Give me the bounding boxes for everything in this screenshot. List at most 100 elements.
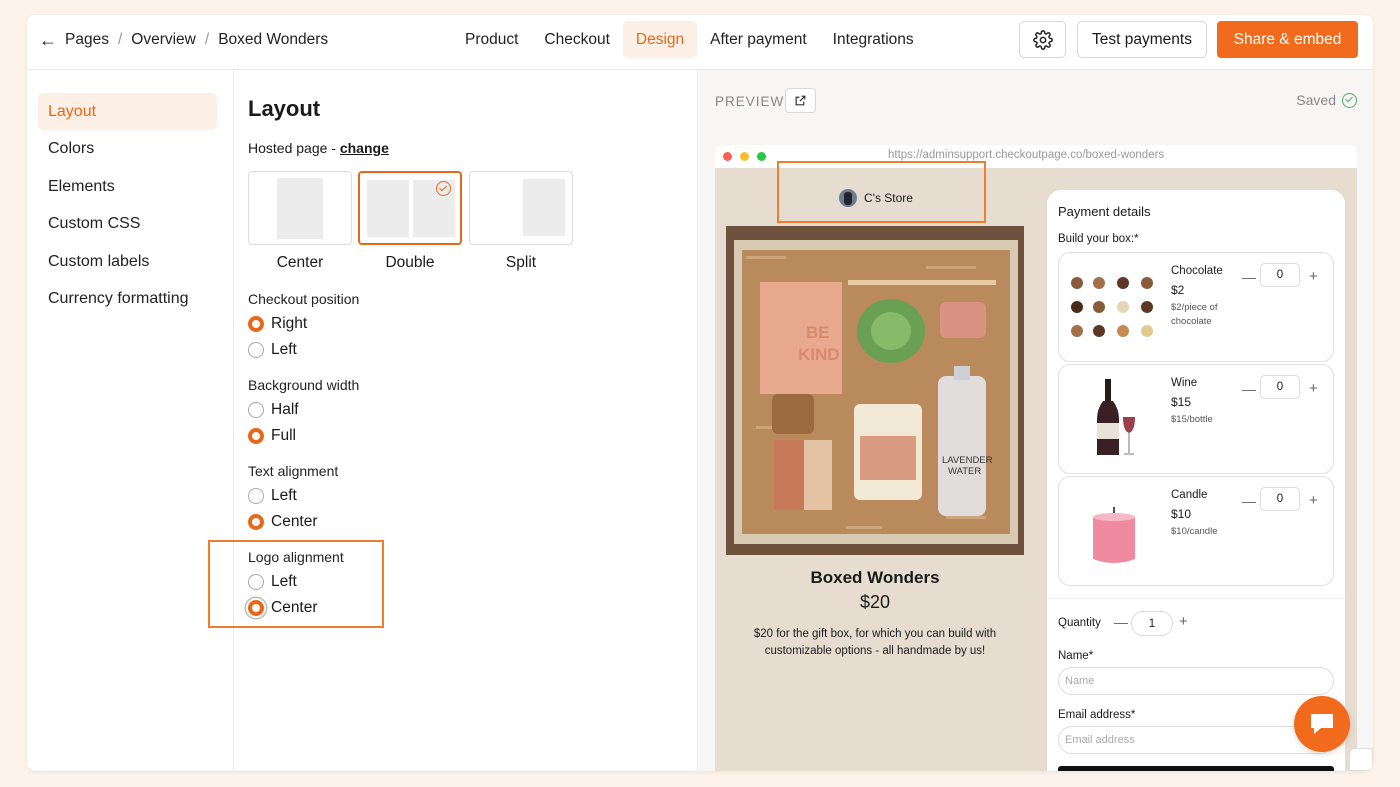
- checkout-position-label: Checkout position: [248, 291, 360, 307]
- increment-button[interactable]: +: [1309, 380, 1318, 397]
- product-image: BE KIND LAVENDER WATER: [726, 226, 1024, 555]
- check-circle-icon: [1342, 92, 1357, 108]
- item-unit-price: $2/piece of chocolate: [1171, 302, 1218, 327]
- name-field[interactable]: Name: [1058, 667, 1334, 695]
- wine-image: [1097, 379, 1135, 455]
- preview-panel: PREVIEW Saved https://adminsupport.check…: [699, 70, 1373, 771]
- gear-icon: [1032, 29, 1053, 50]
- quantity-stepper[interactable]: 0: [1260, 263, 1300, 287]
- radio-label: Left: [271, 487, 297, 504]
- radio-unselected-icon: [248, 342, 264, 358]
- layout-label-double: Double: [385, 254, 435, 271]
- quantity-stepper[interactable]: 0: [1260, 487, 1300, 511]
- decrement-button[interactable]: —: [1242, 269, 1256, 285]
- breadcrumb-overview[interactable]: Overview: [131, 31, 196, 49]
- layout-preview-block: [367, 180, 409, 237]
- maximize-dot-icon: [757, 152, 766, 161]
- saved-status: Saved: [1296, 92, 1357, 108]
- sidebar-item-custom-css[interactable]: Custom CSS: [38, 205, 217, 242]
- change-link[interactable]: change: [340, 140, 389, 156]
- radio-unselected-icon: [248, 488, 264, 504]
- decrement-button[interactable]: —: [1114, 614, 1128, 630]
- sidebar-item-elements[interactable]: Elements: [38, 168, 217, 205]
- breadcrumb-separator: /: [117, 31, 123, 48]
- layout-option-center[interactable]: [248, 171, 352, 245]
- scroll-handle[interactable]: [1349, 748, 1373, 771]
- quantity-label: Quantity: [1058, 617, 1101, 629]
- layout-label-center: Center: [276, 254, 324, 271]
- list-item: Wine $15 $15/bottle — 0 +: [1058, 364, 1334, 474]
- item-unit-price: $10/candle: [1171, 526, 1218, 537]
- radio-unselected-icon: [248, 402, 264, 418]
- gift-box-illustration: BE KIND LAVENDER WATER: [726, 226, 1024, 555]
- preview-label: PREVIEW: [715, 94, 785, 109]
- svg-text:WATER: WATER: [948, 466, 981, 477]
- email-label-text: Email address: [1058, 709, 1131, 721]
- layout-option-double[interactable]: [358, 171, 462, 245]
- settings-button[interactable]: [1019, 21, 1066, 58]
- item-name: Candle: [1171, 489, 1208, 501]
- sidebar-item-layout[interactable]: Layout: [38, 93, 217, 130]
- increment-button[interactable]: +: [1179, 613, 1188, 630]
- radio-text-left[interactable]: Left: [248, 485, 297, 507]
- test-payments-button[interactable]: Test payments: [1077, 21, 1207, 58]
- build-box-text: Build your box:: [1058, 233, 1135, 245]
- close-dot-icon: [723, 152, 732, 161]
- svg-text:BE: BE: [806, 323, 830, 342]
- breadcrumb-current: Boxed Wonders: [218, 31, 329, 48]
- tab-after-payment[interactable]: After payment: [697, 21, 820, 58]
- share-embed-button[interactable]: Share & embed: [1217, 21, 1358, 58]
- email-field[interactable]: Email address: [1058, 726, 1334, 754]
- quantity-stepper[interactable]: 1: [1131, 611, 1173, 636]
- breadcrumb-separator: /: [204, 31, 210, 48]
- design-sidebar: Layout Colors Elements Custom CSS Custom…: [27, 70, 234, 771]
- saved-label: Saved: [1296, 92, 1336, 108]
- decrement-button[interactable]: —: [1242, 381, 1256, 397]
- radio-background-half[interactable]: Half: [248, 399, 299, 421]
- increment-button[interactable]: +: [1309, 492, 1318, 509]
- breadcrumb: ← Pages / Overview / Boxed Wonders: [39, 15, 328, 65]
- item-price: $10: [1171, 507, 1192, 521]
- sidebar-item-custom-labels[interactable]: Custom labels: [38, 243, 217, 280]
- radio-label: Left: [271, 341, 297, 358]
- minimize-dot-icon: [740, 152, 749, 161]
- svg-text:KIND: KIND: [798, 345, 840, 364]
- layout-preview-block: [523, 179, 565, 236]
- app-window: ← Pages / Overview / Boxed Wonders Produ…: [27, 15, 1373, 771]
- background-width-label: Background width: [248, 377, 360, 393]
- preview-browser: https://adminsupport.checkoutpage.co/box…: [715, 145, 1357, 771]
- submit-button[interactable]: [1058, 766, 1334, 771]
- radio-selected-icon: [248, 428, 264, 444]
- name-label: Name*: [1058, 650, 1093, 662]
- tab-design[interactable]: Design: [622, 21, 698, 58]
- list-item: Chocolate $2 $2/piece of chocolate — 0 +: [1058, 252, 1334, 362]
- radio-background-full[interactable]: Full: [248, 425, 296, 447]
- preview-url: https://adminsupport.checkoutpage.co/box…: [888, 149, 1165, 161]
- top-bar: ← Pages / Overview / Boxed Wonders Produ…: [27, 15, 1373, 70]
- payment-card: Payment details Build your box:* Chocola…: [1047, 190, 1345, 771]
- text-alignment-label: Text alignment: [248, 463, 339, 479]
- tab-integrations[interactable]: Integrations: [820, 21, 927, 58]
- chat-icon: [1311, 714, 1333, 734]
- radio-checkout-right[interactable]: Right: [248, 313, 307, 335]
- item-unit-price: $15/bottle: [1171, 414, 1213, 425]
- item-name: Wine: [1171, 377, 1198, 389]
- sidebar-item-currency-formatting[interactable]: Currency formatting: [38, 280, 217, 317]
- sidebar-item-colors[interactable]: Colors: [38, 130, 217, 167]
- quantity-stepper[interactable]: 0: [1260, 375, 1300, 399]
- tab-checkout[interactable]: Checkout: [531, 21, 622, 58]
- tab-product[interactable]: Product: [452, 21, 531, 58]
- layout-settings-panel: Layout Hosted page - change Center Doubl…: [208, 70, 698, 771]
- increment-button[interactable]: +: [1309, 268, 1318, 285]
- radio-text-center[interactable]: Center: [248, 511, 318, 533]
- open-preview-button[interactable]: [785, 88, 816, 113]
- breadcrumb-pages[interactable]: Pages: [65, 31, 109, 49]
- chat-button[interactable]: [1294, 696, 1350, 752]
- build-box-label: Build your box:*: [1058, 233, 1139, 245]
- decrement-button[interactable]: —: [1242, 493, 1256, 509]
- arrow-left-icon[interactable]: ←: [39, 30, 57, 51]
- radio-checkout-left[interactable]: Left: [248, 339, 297, 361]
- radio-label: Right: [271, 315, 308, 332]
- item-price: $2: [1171, 283, 1185, 297]
- layout-option-split[interactable]: [469, 171, 573, 245]
